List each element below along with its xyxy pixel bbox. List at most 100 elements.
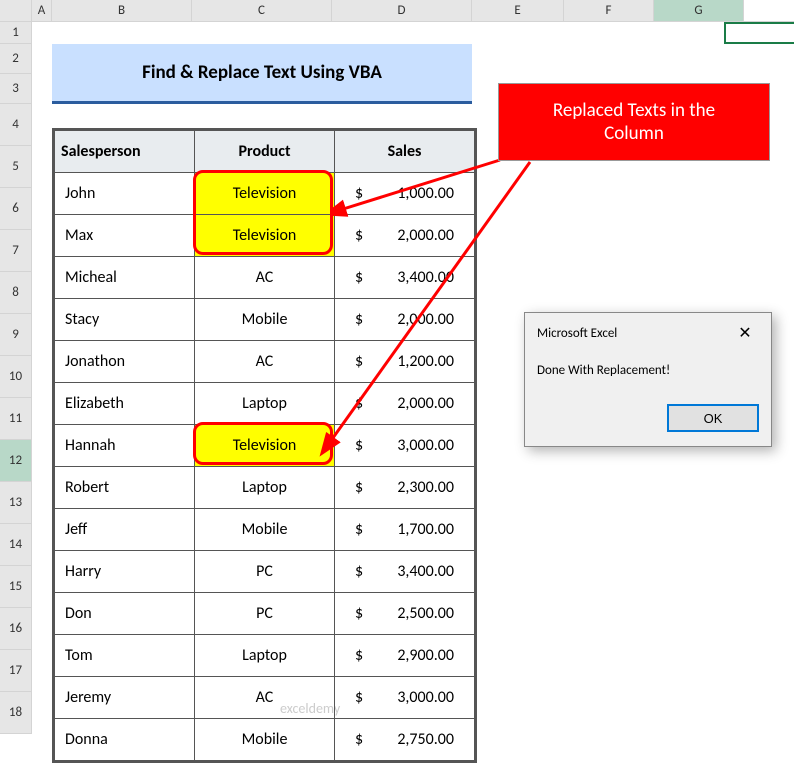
- table-row: JonathonAC$1,200.00: [55, 341, 475, 383]
- cell-product[interactable]: Television: [195, 215, 335, 257]
- table-row: JohnTelevision$1,000.00: [55, 173, 475, 215]
- ok-button[interactable]: OK: [667, 404, 759, 432]
- cell-salesperson[interactable]: Jeremy: [55, 677, 195, 719]
- cell-salesperson[interactable]: Don: [55, 593, 195, 635]
- cell-product[interactable]: AC: [195, 257, 335, 299]
- row-header-12[interactable]: 12: [0, 440, 32, 482]
- col-header-C[interactable]: C: [192, 0, 332, 21]
- header-product[interactable]: Product: [195, 131, 335, 173]
- spreadsheet: A B C D E F G 12345678910111213141516171…: [0, 0, 794, 764]
- cell-sales[interactable]: $2,000.00: [335, 299, 475, 341]
- table-row: ElizabethLaptop$2,000.00: [55, 383, 475, 425]
- cell-sales[interactable]: $3,400.00: [335, 257, 475, 299]
- cell-sales[interactable]: $1,200.00: [335, 341, 475, 383]
- sales-value: 2,500.00: [397, 604, 454, 623]
- cell-sales[interactable]: $3,000.00: [335, 677, 475, 719]
- row-header-4[interactable]: 4: [0, 104, 32, 146]
- cell-salesperson[interactable]: Stacy: [55, 299, 195, 341]
- col-header-B[interactable]: B: [52, 0, 192, 21]
- column-headers: A B C D E F G: [0, 0, 794, 22]
- currency-symbol: $: [355, 268, 363, 287]
- col-header-F[interactable]: F: [564, 0, 654, 21]
- cell-salesperson[interactable]: Tom: [55, 635, 195, 677]
- col-header-G[interactable]: G: [654, 0, 744, 21]
- row-header-13[interactable]: 13: [0, 482, 32, 524]
- callout-text: Replaced Texts in the Column: [553, 99, 715, 145]
- cell-sales[interactable]: $2,900.00: [335, 635, 475, 677]
- cell-salesperson[interactable]: Elizabeth: [55, 383, 195, 425]
- sales-value: 3,000.00: [397, 436, 454, 455]
- table-row: JeffMobile$1,700.00: [55, 509, 475, 551]
- table-row: DonnaMobile$2,750.00: [55, 719, 475, 761]
- cell-sales[interactable]: $2,000.00: [335, 215, 475, 257]
- row-header-3[interactable]: 3: [0, 74, 32, 104]
- row-header-14[interactable]: 14: [0, 524, 32, 566]
- cell-product[interactable]: AC: [195, 341, 335, 383]
- table-row: TomLaptop$2,900.00: [55, 635, 475, 677]
- cell-salesperson[interactable]: Harry: [55, 551, 195, 593]
- select-all-corner[interactable]: [0, 0, 32, 21]
- sales-value: 2,000.00: [397, 226, 454, 245]
- table-row: StacyMobile$2,000.00: [55, 299, 475, 341]
- row-header-18[interactable]: 18: [0, 692, 32, 734]
- cell-product[interactable]: PC: [195, 551, 335, 593]
- cell-product[interactable]: Mobile: [195, 719, 335, 761]
- col-header-E[interactable]: E: [472, 0, 564, 21]
- cell-salesperson[interactable]: Max: [55, 215, 195, 257]
- cell-sales[interactable]: $1,700.00: [335, 509, 475, 551]
- sales-value: 1,000.00: [397, 184, 454, 203]
- cell-sales[interactable]: $2,750.00: [335, 719, 475, 761]
- row-header-9[interactable]: 9: [0, 314, 32, 356]
- cell-salesperson[interactable]: Micheal: [55, 257, 195, 299]
- row-header-10[interactable]: 10: [0, 356, 32, 398]
- dialog-message: Done With Replacement!: [525, 353, 771, 396]
- cell-product[interactable]: AC: [195, 677, 335, 719]
- callout-box: Replaced Texts in the Column: [498, 83, 770, 161]
- sales-value: 3,400.00: [397, 562, 454, 581]
- dialog-titlebar: Microsoft Excel ✕: [525, 313, 771, 353]
- row-header-7[interactable]: 7: [0, 230, 32, 272]
- cell-sales[interactable]: $2,500.00: [335, 593, 475, 635]
- cell-sales[interactable]: $3,000.00: [335, 425, 475, 467]
- cell-product[interactable]: Laptop: [195, 467, 335, 509]
- close-icon[interactable]: ✕: [731, 323, 759, 343]
- row-header-16[interactable]: 16: [0, 608, 32, 650]
- data-table: Salesperson Product Sales JohnTelevision…: [52, 128, 477, 763]
- cell-product[interactable]: PC: [195, 593, 335, 635]
- currency-symbol: $: [355, 730, 363, 749]
- cell-salesperson[interactable]: John: [55, 173, 195, 215]
- cell-salesperson[interactable]: Robert: [55, 467, 195, 509]
- col-header-D[interactable]: D: [332, 0, 472, 21]
- cell-product[interactable]: Mobile: [195, 299, 335, 341]
- cell-sales[interactable]: $1,000.00: [335, 173, 475, 215]
- cell-product[interactable]: Television: [195, 173, 335, 215]
- header-sales[interactable]: Sales: [335, 131, 475, 173]
- cell-sales[interactable]: $3,400.00: [335, 551, 475, 593]
- cell-salesperson[interactable]: Donna: [55, 719, 195, 761]
- currency-symbol: $: [355, 562, 363, 581]
- cell-salesperson[interactable]: Jonathon: [55, 341, 195, 383]
- cell-product[interactable]: Laptop: [195, 383, 335, 425]
- message-dialog: Microsoft Excel ✕ Done With Replacement!…: [524, 312, 772, 447]
- cell-sales[interactable]: $2,000.00: [335, 383, 475, 425]
- row-header-5[interactable]: 5: [0, 146, 32, 188]
- row-header-11[interactable]: 11: [0, 398, 32, 440]
- row-header-2[interactable]: 2: [0, 44, 32, 74]
- row-header-1[interactable]: 1: [0, 22, 32, 44]
- currency-symbol: $: [355, 310, 363, 329]
- row-header-17[interactable]: 17: [0, 650, 32, 692]
- currency-symbol: $: [355, 352, 363, 371]
- row-header-6[interactable]: 6: [0, 188, 32, 230]
- cell-product[interactable]: Mobile: [195, 509, 335, 551]
- cell-product[interactable]: Laptop: [195, 635, 335, 677]
- sales-value: 2,750.00: [397, 730, 454, 749]
- page-title: Find & Replace Text Using VBA: [52, 44, 472, 104]
- cell-salesperson[interactable]: Hannah: [55, 425, 195, 467]
- row-header-15[interactable]: 15: [0, 566, 32, 608]
- cell-sales[interactable]: $2,300.00: [335, 467, 475, 509]
- cell-salesperson[interactable]: Jeff: [55, 509, 195, 551]
- cell-product[interactable]: Television: [195, 425, 335, 467]
- row-header-8[interactable]: 8: [0, 272, 32, 314]
- col-header-A[interactable]: A: [32, 0, 52, 21]
- header-salesperson[interactable]: Salesperson: [55, 131, 195, 173]
